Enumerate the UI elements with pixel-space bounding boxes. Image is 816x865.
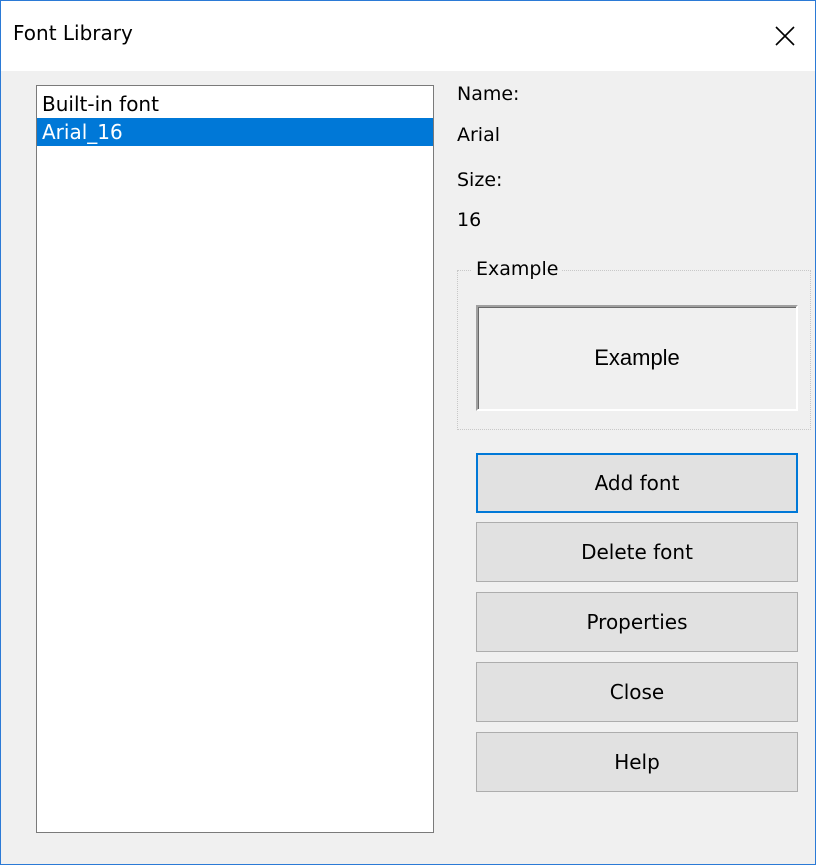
example-group-label: Example — [472, 258, 563, 280]
example-groupbox: Example Example — [457, 258, 811, 430]
delete-font-button[interactable]: Delete font — [476, 522, 798, 582]
close-window-button[interactable] — [755, 1, 815, 71]
example-preview: Example — [476, 305, 798, 411]
close-button[interactable]: Close — [476, 662, 798, 722]
list-item-selected[interactable]: Arial_16 — [37, 118, 433, 146]
font-listbox[interactable]: Built-in font Arial_16 — [36, 85, 434, 833]
list-item[interactable]: Built-in font — [37, 90, 433, 118]
name-label: Name: — [457, 83, 520, 105]
add-font-button[interactable]: Add font — [476, 453, 798, 513]
window-title: Font Library — [13, 21, 133, 45]
help-button[interactable]: Help — [476, 732, 798, 792]
font-library-dialog: Font Library Built-in font Arial_16 Name… — [0, 0, 816, 865]
name-value: Arial — [457, 124, 501, 146]
close-icon — [775, 26, 795, 46]
size-label: Size: — [457, 169, 503, 191]
title-bar: Font Library — [1, 1, 815, 71]
properties-button[interactable]: Properties — [476, 592, 798, 652]
size-value: 16 — [457, 209, 482, 231]
